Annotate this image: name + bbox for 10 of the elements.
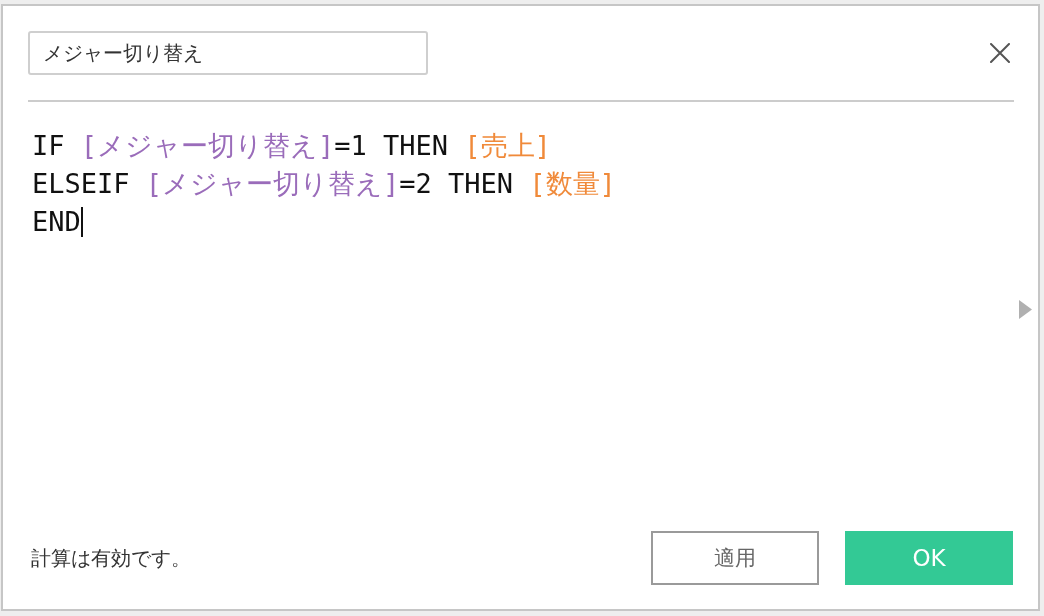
apply-button[interactable]: 適用 <box>651 531 819 585</box>
right-triangle-icon <box>1018 300 1032 319</box>
formula-line: IF [メジャー切り替え]=1 THEN [売上] <box>32 129 551 163</box>
formula-line: ELSEIF [メジャー切り替え]=2 THEN [数量] <box>32 167 616 201</box>
name-field[interactable]: メジャー切り替え <box>28 31 428 75</box>
formula-line: END <box>32 205 81 239</box>
status-message: 計算は有効です。 <box>30 544 192 572</box>
panel-toggle-button[interactable] <box>1018 300 1032 319</box>
close-icon <box>990 43 1010 63</box>
close-button[interactable] <box>989 42 1011 64</box>
